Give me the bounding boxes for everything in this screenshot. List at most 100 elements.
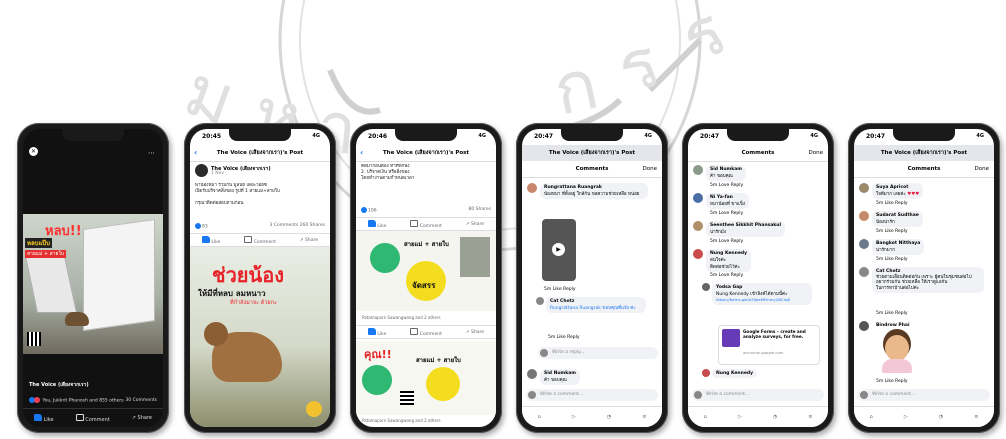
like-icon (367, 327, 376, 335)
comment-video[interactable]: ▶ (542, 219, 576, 281)
comments-count[interactable]: 30 Comments (125, 398, 157, 403)
menu-icon[interactable]: ≡ (642, 414, 646, 420)
comment-meta[interactable]: 5m Like Reply (544, 287, 657, 292)
avatar[interactable] (702, 283, 710, 291)
comment-author[interactable]: Sid Numkam (710, 167, 742, 172)
comment-author[interactable]: Bindrow Phai (876, 323, 910, 328)
comment-author[interactable]: Suya Apricot (876, 185, 919, 190)
comment-author[interactable]: Rungrattana Ruangrak (544, 185, 644, 190)
bell-icon[interactable]: ◔ (607, 414, 611, 420)
home-icon[interactable]: ⌂ (538, 414, 541, 420)
post-actions-2: Like Comment ↗ Share (356, 325, 496, 339)
avatar[interactable] (536, 297, 544, 305)
video-frame[interactable]: หลบ!! หลบแป๊บ สายแม่ + สายใบ (23, 214, 163, 354)
like-icon (201, 235, 210, 243)
poster-2[interactable]: คุณ!! สายแม่ + สายใบ (356, 341, 496, 415)
like-icon (34, 413, 43, 421)
comment-meta[interactable]: 5m Love Reply (710, 239, 823, 244)
avatar[interactable] (702, 369, 710, 377)
love-react-icon (34, 397, 40, 403)
status-bar: 20:47 4G (866, 133, 984, 140)
more-icon[interactable]: ⋯ (148, 149, 155, 157)
comment-meta[interactable]: 5m Like Reply (876, 229, 989, 234)
avatar[interactable] (859, 321, 869, 331)
comment-button[interactable]: Comment (410, 327, 442, 337)
avatar (694, 391, 702, 399)
avatar[interactable] (693, 221, 703, 231)
bottom-nav: ⌂ ▷ ◔ ≡ (688, 406, 828, 427)
play-icon[interactable]: ▶ (552, 243, 565, 256)
avatar[interactable] (195, 164, 208, 177)
form-link[interactable]: https://forms.gle/a7fjbaMFmmyQKCrq8 (716, 297, 790, 302)
like-button[interactable]: Like (34, 413, 54, 423)
share-button[interactable]: ↗ Share (466, 330, 484, 335)
comment-input[interactable]: Write a comment... (526, 389, 658, 401)
comment-icon (244, 235, 253, 243)
phone-post-view: 20:45 4G ‹ The Voice (เสียงจากเรา)'s Post … (184, 123, 336, 433)
comment-button[interactable]: Comment (75, 413, 110, 423)
avatar[interactable] (693, 193, 703, 203)
comment-author[interactable]: Sudarat Sudthae (876, 213, 919, 218)
done-button[interactable]: Done (975, 161, 989, 177)
close-icon[interactable]: ✕ (29, 147, 38, 156)
avatar[interactable] (527, 369, 537, 379)
poster-2-title: คุณ!! (364, 348, 392, 361)
avatar[interactable] (859, 267, 869, 277)
comment-meta[interactable]: 5m Love Reply (710, 211, 823, 216)
comment-author[interactable]: Nung Kennedy (710, 251, 747, 256)
comments-header: Comments Done (854, 161, 994, 178)
comment-author[interactable]: Ni Ya-fan (710, 195, 745, 200)
avatar[interactable] (693, 249, 703, 259)
menu-icon[interactable]: ≡ (974, 414, 978, 420)
comment-author[interactable]: Cat Chotz (550, 299, 642, 304)
comment-meta[interactable]: 5m Like Reply (876, 257, 989, 262)
video-icon[interactable]: ▷ (904, 414, 908, 420)
like-button[interactable]: Like (367, 327, 386, 337)
comment-meta[interactable]: 5m Like Reply (876, 201, 989, 206)
poster-1[interactable]: สายแม่ + สายใบ จัดสรร (356, 231, 496, 311)
comment-meta[interactable]: 5m Like Reply (876, 379, 989, 384)
comment-author[interactable]: Nung Kennedy (716, 371, 753, 376)
comment-button[interactable]: Comment (244, 235, 276, 245)
share-button[interactable]: ↗ Share (466, 222, 484, 227)
back-icon[interactable]: ‹ (360, 145, 363, 161)
comment-input[interactable]: Write a comment... (858, 389, 990, 401)
share-button[interactable]: ↗ Share (300, 238, 318, 243)
comment-input[interactable]: Write a comment... (692, 389, 824, 401)
post-header: ‹ The Voice (เสียงจากเรา)'s Post (190, 145, 330, 162)
comment-meta[interactable]: 5m Love Reply (710, 273, 823, 278)
comment-meta[interactable]: 5m Love Reply (710, 183, 823, 188)
post-poster[interactable]: ช่วยน้อง ให้มีที่หลบ ลมหนาว ที่กำลังมาจะ… (190, 247, 330, 427)
video-icon[interactable]: ▷ (738, 414, 742, 420)
comment-author[interactable]: Sid Numkam (544, 371, 576, 376)
bell-icon[interactable]: ◔ (939, 414, 943, 420)
comments-header: Comments Done (522, 161, 662, 178)
avatar[interactable] (859, 183, 869, 193)
like-button[interactable]: Like (201, 235, 220, 245)
video-icon[interactable]: ▷ (572, 414, 576, 420)
bell-icon[interactable]: ◔ (773, 414, 777, 420)
done-button[interactable]: Done (643, 161, 657, 177)
video-qr (27, 332, 41, 346)
reply-input[interactable]: Write a reply... (538, 347, 658, 359)
done-button[interactable]: Done (809, 145, 823, 161)
comment-author[interactable]: Bangkot Nitthaya (876, 241, 920, 246)
avatar[interactable] (693, 165, 703, 175)
link-preview-card[interactable]: Google Forms – create and analyze survey… (718, 325, 820, 365)
comment-button[interactable]: Comment (410, 219, 442, 229)
home-icon[interactable]: ⌂ (870, 414, 873, 420)
comment-meta[interactable]: 5m Like Reply (876, 311, 989, 316)
page-name[interactable]: The Voice (เสียงจากเรา) (29, 381, 89, 389)
poster-1-text: สายแม่ + สายใบ (404, 241, 449, 248)
comment-meta[interactable]: 5m Like Reply (548, 335, 657, 340)
share-button[interactable]: ↗ Share (132, 415, 152, 421)
comment-author[interactable]: Yodsa Gap (716, 285, 808, 290)
home-icon[interactable]: ⌂ (704, 414, 707, 420)
avatar[interactable] (859, 239, 869, 249)
comment-author[interactable]: Seenthee Sikkhit Phansakul (710, 223, 781, 228)
like-button[interactable]: Like (367, 219, 386, 229)
avatar[interactable] (859, 211, 869, 221)
back-icon[interactable]: ‹ (194, 145, 197, 161)
menu-icon[interactable]: ≡ (808, 414, 812, 420)
avatar[interactable] (527, 183, 537, 193)
